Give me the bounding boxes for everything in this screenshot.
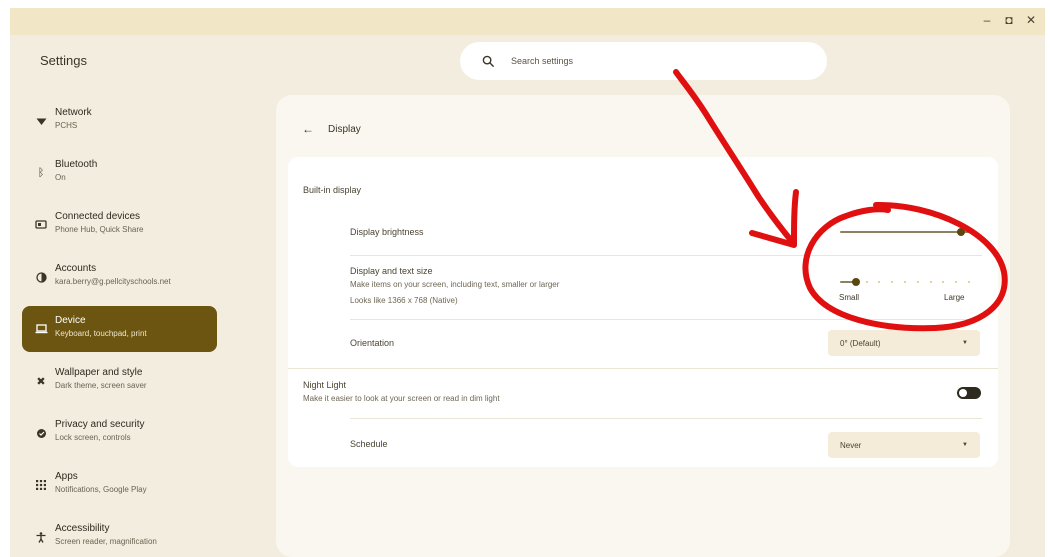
slider-tick bbox=[904, 281, 906, 283]
slider-tick bbox=[955, 281, 958, 283]
sidebar-item-sublabel: On bbox=[55, 173, 66, 182]
dropdown-caret-icon: ▼ bbox=[962, 340, 968, 346]
display-size-max-label: Large bbox=[944, 293, 965, 302]
orientation-select[interactable]: 0° (Default) ▼ bbox=[828, 330, 980, 356]
orientation-label: Orientation bbox=[350, 338, 395, 348]
sidebar-item-label: Wallpaper and style bbox=[55, 367, 143, 378]
close-button[interactable]: ✕ bbox=[1025, 13, 1037, 27]
display-settings-card: Built-in display Display brightness Disp… bbox=[288, 157, 998, 467]
brightness-track bbox=[840, 231, 970, 233]
sidebar-item-sublabel: Keyboard, touchpad, print bbox=[55, 329, 147, 338]
sidebar-item-sublabel: Dark theme, screen saver bbox=[55, 381, 147, 390]
schedule-value: Never bbox=[840, 440, 862, 450]
orientation-value: 0° (Default) bbox=[840, 338, 881, 348]
settings-window: – ◘ ✕ Settings Search settings Network P… bbox=[10, 8, 1045, 557]
slider-tick bbox=[968, 281, 970, 283]
schedule-label: Schedule bbox=[350, 439, 388, 449]
brightness-slider[interactable] bbox=[840, 227, 970, 237]
night-light-toggle[interactable] bbox=[957, 387, 981, 399]
display-panel: ← Display Built-in display Display brigh… bbox=[276, 95, 1010, 557]
title-bar: – ◘ ✕ bbox=[10, 8, 1045, 35]
row-divider bbox=[350, 418, 982, 419]
sidebar-item-device[interactable]: Device Keyboard, touchpad, print bbox=[22, 306, 217, 352]
sidebar-item-network[interactable]: Network PCHS bbox=[22, 98, 217, 144]
display-size-label: Display and text size bbox=[350, 266, 433, 276]
sidebar-item-sublabel: Lock screen, controls bbox=[55, 433, 131, 442]
slider-tick bbox=[929, 281, 932, 283]
display-size-slider[interactable] bbox=[840, 277, 970, 287]
page-title: Display bbox=[328, 123, 361, 135]
sidebar-item-sublabel: Notifications, Google Play bbox=[55, 485, 147, 494]
dropdown-caret-icon: ▼ bbox=[962, 442, 968, 448]
search-input[interactable]: Search settings bbox=[511, 56, 573, 66]
brightness-thumb[interactable] bbox=[957, 228, 966, 236]
back-arrow-icon[interactable]: ← bbox=[302, 122, 314, 136]
slider-tick bbox=[891, 281, 894, 283]
palette-icon: ✖ bbox=[36, 375, 46, 388]
account-icon bbox=[34, 270, 48, 284]
sidebar-item-wallpaper[interactable]: ✖ Wallpaper and style Dark theme, screen… bbox=[22, 358, 217, 404]
sidebar-item-label: Bluetooth bbox=[55, 159, 98, 170]
minimize-button[interactable]: – bbox=[981, 13, 993, 27]
bluetooth-icon: ᛒ bbox=[37, 167, 45, 179]
slider-tick bbox=[916, 281, 919, 283]
sidebar-item-sublabel: Screen reader, magnification bbox=[55, 537, 157, 546]
sidebar-item-accounts[interactable]: Accounts kara.berry@g.pellcityschools.ne… bbox=[22, 254, 217, 300]
display-size-native: Looks like 1366 x 768 (Native) bbox=[350, 296, 458, 305]
night-light-description: Make it easier to look at your screen or… bbox=[303, 394, 500, 403]
slider-tick bbox=[865, 281, 868, 283]
sidebar-item-connected-devices[interactable]: Connected devices Phone Hub, Quick Share bbox=[22, 202, 217, 248]
display-size-description: Make items on your screen, including tex… bbox=[350, 280, 560, 289]
section-divider bbox=[288, 368, 998, 369]
window-controls: – ◘ ✕ bbox=[981, 13, 1037, 27]
sidebar-item-accessibility[interactable]: Accessibility Screen reader, magnificati… bbox=[22, 514, 217, 557]
sidebar-item-sublabel: Phone Hub, Quick Share bbox=[55, 225, 144, 234]
search-bar[interactable]: Search settings bbox=[460, 42, 827, 80]
toggle-knob bbox=[959, 389, 967, 397]
display-size-min-label: Small bbox=[839, 293, 860, 302]
slider-tick bbox=[878, 281, 881, 283]
apps-icon bbox=[34, 478, 48, 492]
slider-tick bbox=[942, 281, 945, 283]
sidebar-item-privacy[interactable]: Privacy and security Lock screen, contro… bbox=[22, 410, 217, 456]
sidebar-item-label: Network bbox=[55, 107, 92, 118]
app-title: Settings bbox=[40, 53, 87, 68]
sidebar-item-label: Connected devices bbox=[55, 211, 141, 222]
wifi-icon bbox=[34, 114, 48, 128]
sidebar-item-label: Apps bbox=[55, 471, 78, 482]
sidebar-item-label: Accessibility bbox=[55, 523, 110, 534]
laptop-icon bbox=[34, 322, 48, 336]
sidebar-item-apps[interactable]: Apps Notifications, Google Play bbox=[22, 462, 217, 508]
sidebar-item-sublabel: PCHS bbox=[55, 121, 78, 130]
night-light-label: Night Light bbox=[303, 380, 347, 390]
shield-icon bbox=[34, 426, 48, 440]
search-icon bbox=[482, 55, 495, 67]
page-header: ← Display bbox=[302, 122, 361, 136]
maximize-button[interactable]: ◘ bbox=[1003, 13, 1015, 27]
devices-icon bbox=[34, 218, 48, 232]
sidebar-item-label: Accounts bbox=[55, 263, 97, 274]
sidebar-item-bluetooth[interactable]: ᛒ Bluetooth On bbox=[22, 150, 217, 196]
sidebar-item-label: Privacy and security bbox=[55, 419, 145, 430]
display-size-thumb[interactable] bbox=[852, 278, 861, 286]
row-divider bbox=[350, 319, 982, 320]
accessibility-icon bbox=[34, 530, 48, 544]
sidebar-item-sublabel: kara.berry@g.pellcityschools.net bbox=[55, 277, 171, 286]
section-title-built-in-display: Built-in display bbox=[303, 185, 362, 195]
brightness-label: Display brightness bbox=[350, 227, 424, 237]
schedule-select[interactable]: Never ▼ bbox=[828, 432, 980, 458]
row-divider bbox=[350, 255, 982, 256]
sidebar-item-label: Device bbox=[55, 315, 86, 326]
